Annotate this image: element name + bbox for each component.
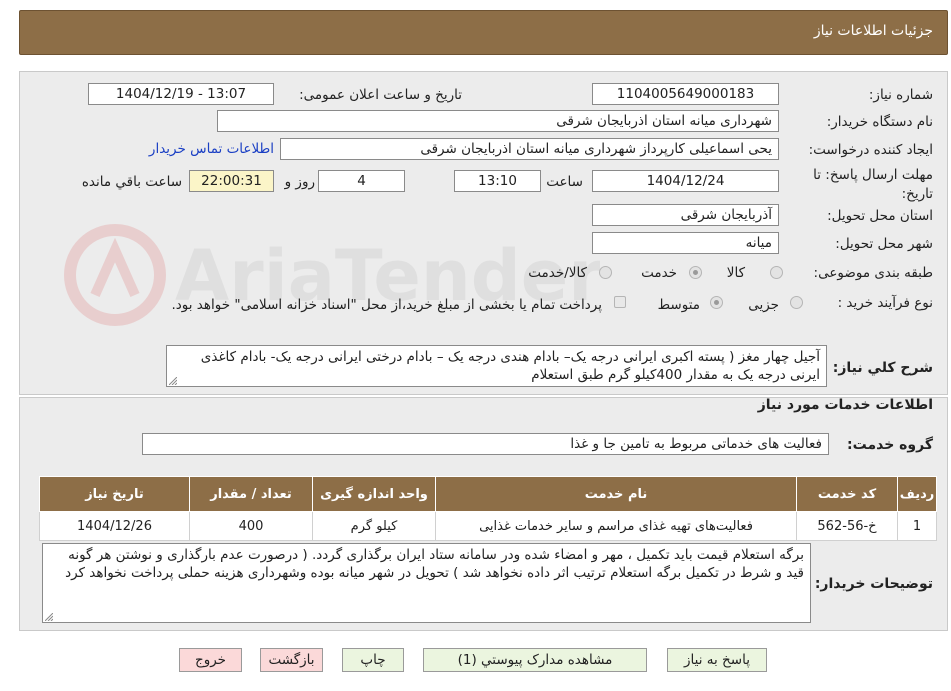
category-radio-service[interactable]	[689, 266, 702, 279]
table-row: 1 خ-56-562 فعالیت‌های تهیه غذای مراسم و …	[39, 511, 937, 541]
requester-label: ایجاد کننده درخواست:	[808, 142, 933, 158]
remaining-days-label: روز و	[284, 174, 315, 190]
print-button[interactable]: چاپ	[342, 648, 404, 672]
deadline-time-label: ساعت	[546, 174, 583, 190]
delivery-province-label: استان محل تحویل:	[827, 208, 933, 224]
process-type-label: نوع فرآیند خرید :	[837, 295, 933, 311]
category-label: طبقه بندی موضوعی:	[813, 265, 933, 281]
col-header-quantity: تعداد / مقدار	[189, 476, 313, 512]
process-option-medium: متوسط	[657, 297, 700, 313]
reply-button[interactable]: پاسخ به نیاز	[667, 648, 767, 672]
announce-datetime-field: 1404/12/19 - 13:07	[88, 83, 274, 105]
deadline-date-field: 1404/12/24	[592, 170, 779, 192]
need-number-field: 1104005649000183	[592, 83, 779, 105]
buyer-org-field: شهرداری میانه استان اذربایجان شرقی	[217, 110, 779, 132]
process-option-minor: جزیی	[748, 297, 779, 313]
col-header-service-name: نام خدمت	[435, 476, 797, 512]
col-header-service-code: کد خدمت	[796, 476, 898, 512]
buyer-notes-text: برگه استعلام قیمت باید تکمیل ، مهر و امض…	[65, 547, 804, 581]
cell-service-name: فعالیت‌های تهیه غذای مراسم و سایر خدمات …	[435, 511, 797, 541]
exit-button[interactable]: خروج	[179, 648, 242, 672]
col-header-need-date: تاریخ نیاز	[39, 476, 190, 512]
delivery-city-field: میانه	[592, 232, 779, 254]
requester-field: یحی اسماعیلی کارپرداز شهرداری میانه استا…	[280, 138, 779, 160]
cell-need-date: 1404/12/26	[39, 511, 190, 541]
buyer-org-label: نام دستگاه خریدار:	[826, 114, 933, 130]
cell-service-code: خ-56-562	[796, 511, 898, 541]
buyer-contact-link[interactable]: اطلاعات تماس خریدار	[149, 141, 274, 157]
general-description-label: شرح کلي نیاز:	[832, 360, 933, 376]
treasury-note: پرداخت تمام یا بخشی از مبلغ خرید،از محل …	[171, 297, 602, 313]
cell-unit: کیلو گرم	[312, 511, 436, 541]
general-description-text: آجیل چهار مغز ( پسته اکبری ایرانی درجه ی…	[200, 349, 820, 383]
remaining-time-label: ساعت باقي مانده	[81, 174, 182, 190]
category-radio-goods-service[interactable]	[599, 266, 612, 279]
announce-datetime-label: تاریخ و ساعت اعلان عمومی:	[299, 87, 462, 103]
buyer-notes-field: برگه استعلام قیمت باید تکمیل ، مهر و امض…	[42, 543, 811, 623]
service-group-field: فعالیت های خدماتی مربوط به تامین جا و غذ…	[142, 433, 829, 455]
back-button[interactable]: بازگشت	[260, 648, 323, 672]
category-radio-goods[interactable]	[770, 266, 783, 279]
process-radio-medium[interactable]	[710, 296, 723, 309]
process-radio-minor[interactable]	[790, 296, 803, 309]
service-group-label: گروه خدمت:	[847, 437, 933, 453]
table-header-row: ردیف کد خدمت نام خدمت واحد اندازه گیری ت…	[39, 476, 937, 512]
deadline-time-field: 13:10	[454, 170, 541, 192]
category-option-goods: کالا	[726, 265, 745, 281]
col-header-row-number: ردیف	[897, 476, 937, 512]
services-section-title: اطلاعات خدمات مورد نیاز	[757, 397, 933, 413]
resize-handle-icon[interactable]	[45, 613, 53, 621]
general-description-field: آجیل چهار مغز ( پسته اکبری ایرانی درجه ی…	[166, 345, 827, 387]
remaining-days-field: 4	[318, 170, 405, 192]
col-header-unit: واحد اندازه گیری	[312, 476, 436, 512]
delivery-city-label: شهر محل تحویل:	[835, 236, 933, 252]
deadline-label: مهلت ارسال پاسخ: تا تاریخ:	[813, 167, 933, 202]
remaining-time-field: 22:00:31	[189, 170, 274, 192]
cell-row-number: 1	[897, 511, 937, 541]
view-documents-button[interactable]: مشاهده مدارک پیوستي (1)	[423, 648, 647, 672]
delivery-province-field: آذربایجان شرقی	[592, 204, 779, 226]
page-title: جزئیات اطلاعات نیاز	[813, 23, 933, 39]
category-option-goods-service: کالا/خدمت	[528, 265, 587, 281]
buyer-notes-label: توضیحات خریدار:	[814, 576, 933, 592]
services-table: ردیف کد خدمت نام خدمت واحد اندازه گیری ت…	[39, 476, 937, 541]
need-number-label: شماره نیاز:	[868, 87, 933, 103]
resize-handle-icon[interactable]	[169, 377, 177, 385]
cell-quantity: 400	[189, 511, 313, 541]
treasury-checkbox[interactable]	[614, 296, 626, 308]
category-option-service: خدمت	[641, 265, 677, 281]
page-header: جزئیات اطلاعات نیاز	[19, 10, 948, 55]
